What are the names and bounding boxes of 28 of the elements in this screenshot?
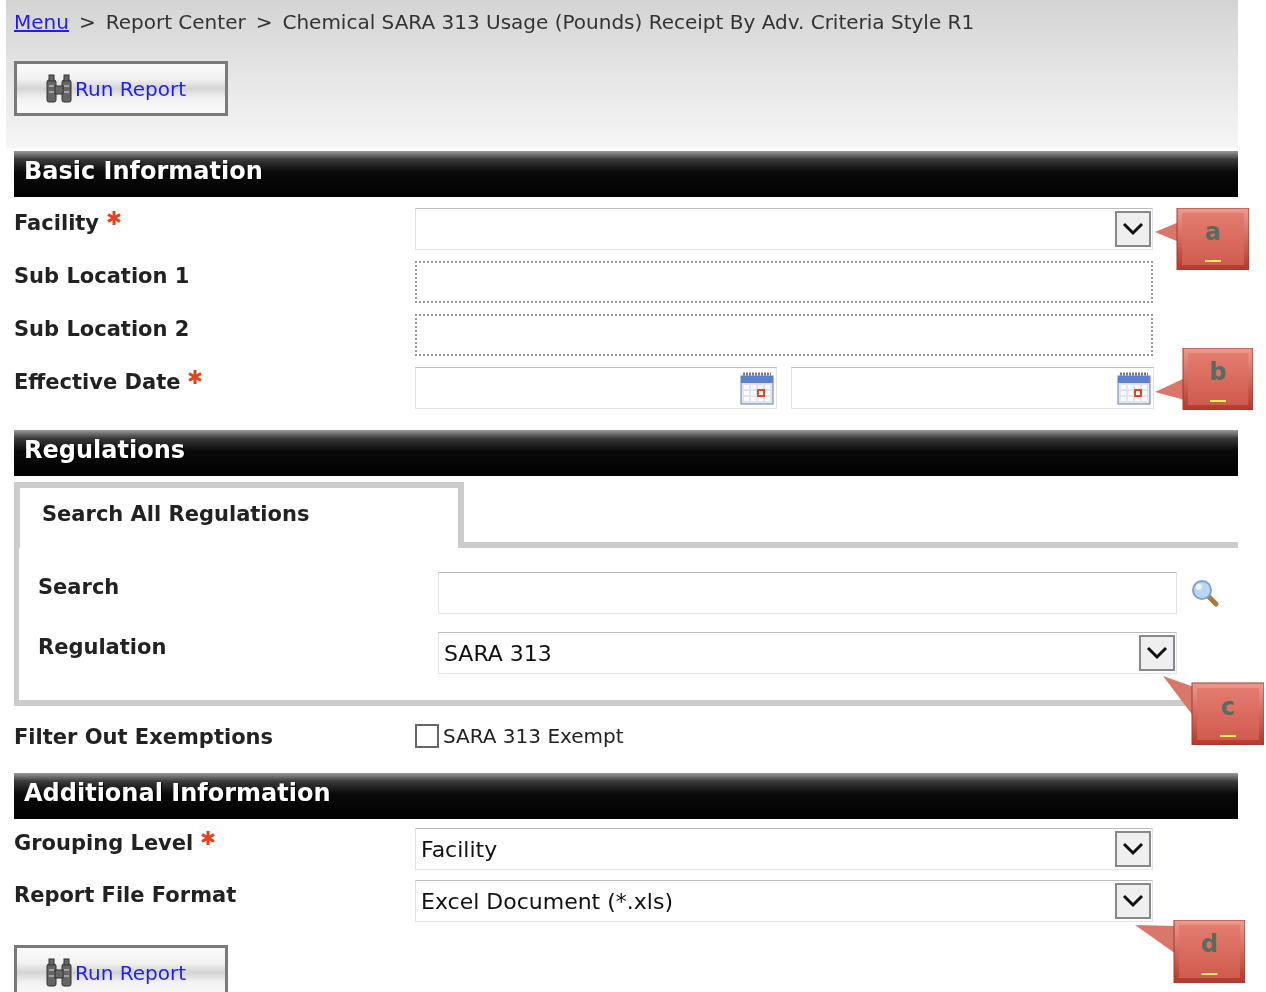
breadcrumb-separator: > xyxy=(78,10,96,34)
run-report-button[interactable]: Run Report xyxy=(14,945,228,992)
section-header: Regulations xyxy=(14,430,1238,476)
dropdown[interactable]: Facility xyxy=(415,828,1153,870)
callout: a xyxy=(1155,208,1249,270)
field-label: Filter Out Exemptions xyxy=(14,725,273,749)
breadcrumb-separator: > xyxy=(255,10,273,34)
field-label: Effective Date xyxy=(14,370,181,394)
dropdown[interactable]: Excel Document (*.xls) xyxy=(415,880,1153,922)
breadcrumb-item: Chemical SARA 313 Usage (Pounds) Receipt By Adv. Criteria Style R1 xyxy=(282,10,975,34)
run-report-button[interactable]: Run Report xyxy=(14,61,228,116)
checkbox-label: SARA 313 Exempt xyxy=(443,724,624,748)
field-label: Search xyxy=(38,575,120,599)
field-label: Facility xyxy=(14,211,100,235)
section-header: Additional Information xyxy=(14,773,1238,819)
callout: d xyxy=(1135,920,1245,983)
field-label: Grouping Level xyxy=(14,831,194,855)
field-label: Sub Location 2 xyxy=(14,317,190,341)
breadcrumb-link[interactable]: Menu xyxy=(14,10,69,34)
callout: c xyxy=(1163,676,1264,745)
breadcrumb-item: Report Center xyxy=(105,10,246,34)
section-header: Basic Information xyxy=(14,151,1238,197)
callout: b xyxy=(1155,348,1253,410)
field-label: Regulation xyxy=(38,635,167,659)
field-label: Report File Format xyxy=(14,883,237,907)
tab[interactable]: Search All Regulations xyxy=(14,482,464,548)
field-label: Sub Location 1 xyxy=(14,264,190,288)
dropdown[interactable]: SARA 313 xyxy=(438,632,1177,674)
